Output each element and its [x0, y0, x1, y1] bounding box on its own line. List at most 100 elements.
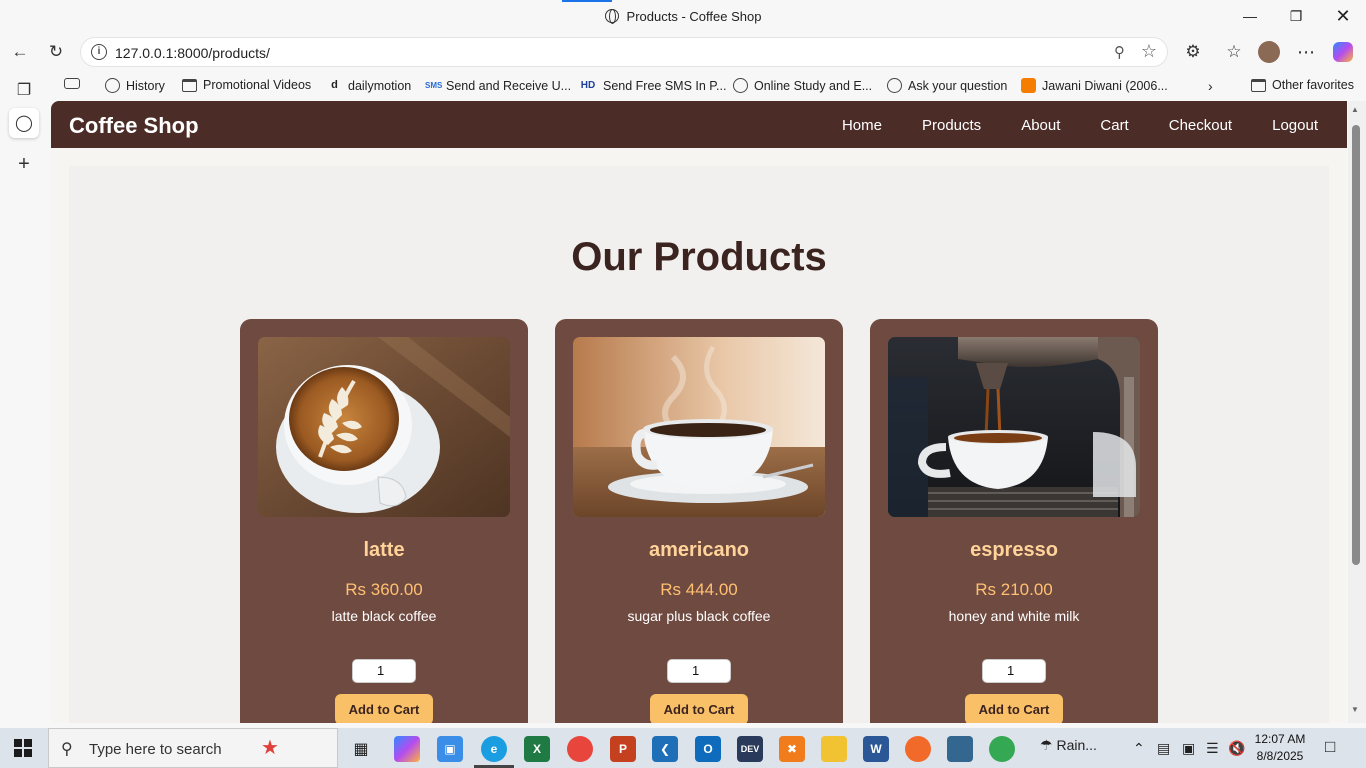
- browser-sidebar: ❐ ◯ +: [0, 72, 50, 728]
- sms-icon: SMS: [425, 81, 443, 90]
- nav-cart[interactable]: Cart: [1080, 101, 1148, 148]
- chrome-profile-icon[interactable]: [989, 736, 1015, 762]
- products-section: Our Products latte Rs 360.00 latte black…: [69, 166, 1329, 723]
- scrollbar-thumb[interactable]: [1352, 125, 1360, 565]
- extensions-icon[interactable]: ⚙: [1181, 40, 1205, 64]
- volume-muted-icon[interactable]: 🔇: [1228, 740, 1245, 757]
- add-to-cart-button[interactable]: Add to Cart: [335, 694, 433, 723]
- site-menu: Home Products About Cart Checkout Logout: [822, 101, 1347, 148]
- bookmark-label: dailymotion: [348, 78, 412, 93]
- scroll-down-arrow-icon[interactable]: ▼: [1351, 705, 1359, 714]
- bookmark-label: Promotional Videos: [203, 78, 312, 92]
- quantity-input[interactable]: 1: [667, 659, 731, 683]
- address-bar-row: ← ↻ i 127.0.0.1:8000/products/ ⚲ ☆ ⚙ ☆ ⋯: [0, 34, 1366, 70]
- taskbar-clock[interactable]: 12:07 AM 8/8/2025: [1252, 731, 1308, 765]
- task-view-icon[interactable]: ▦: [348, 736, 374, 762]
- vertical-tab-globe-icon[interactable]: ◯: [9, 108, 39, 138]
- quantity-input[interactable]: 1: [982, 659, 1046, 683]
- bookmarks-overflow-chevron-icon[interactable]: ›: [1208, 78, 1213, 94]
- product-card-espresso: espresso Rs 210.00 honey and white milk …: [870, 319, 1158, 723]
- nav-home[interactable]: Home: [822, 101, 902, 148]
- favorite-star-icon[interactable]: ☆: [1141, 41, 1157, 62]
- folder-icon: [182, 78, 197, 92]
- blogger-icon: [1021, 78, 1036, 93]
- globe-icon: [105, 78, 120, 93]
- wifi-icon[interactable]: ☰: [1206, 740, 1219, 757]
- site-brand[interactable]: Coffee Shop: [69, 113, 199, 139]
- url-text[interactable]: 127.0.0.1:8000/products/: [115, 45, 270, 61]
- weather-widget[interactable]: ☂ Rain...: [1040, 737, 1097, 754]
- hd-icon: HD: [580, 80, 596, 91]
- back-arrow-icon[interactable]: ←: [8, 40, 32, 64]
- tray-camera-icon[interactable]: ▣: [1182, 740, 1195, 757]
- nav-checkout[interactable]: Checkout: [1149, 101, 1252, 148]
- chrome-icon[interactable]: [567, 736, 593, 762]
- product-description: sugar plus black coffee: [627, 608, 771, 624]
- product-card-americano: americano Rs 444.00 sugar plus black cof…: [555, 319, 843, 723]
- postgresql-icon[interactable]: [947, 736, 973, 762]
- tray-device-icon[interactable]: ▤: [1157, 740, 1170, 757]
- profile-avatar[interactable]: [1257, 40, 1281, 64]
- bookmarks-bar: History Promotional Videos d dailymotion …: [0, 72, 1366, 100]
- product-name: americano: [648, 539, 750, 561]
- quantity-input[interactable]: 1: [352, 659, 416, 683]
- product-description: honey and white milk: [948, 608, 1080, 624]
- word-icon[interactable]: W: [863, 736, 889, 762]
- bookmark-label: Ask your question: [908, 78, 1008, 93]
- restore-button[interactable]: ❐: [1273, 0, 1319, 32]
- new-tab-plus-icon[interactable]: +: [9, 149, 39, 179]
- devcpp-icon[interactable]: DEV: [737, 736, 763, 762]
- minimize-button[interactable]: —: [1227, 0, 1273, 32]
- outlook-icon[interactable]: O: [695, 736, 721, 762]
- store-icon[interactable]: ▣: [437, 736, 463, 762]
- address-bar[interactable]: i 127.0.0.1:8000/products/ ⚲ ☆: [80, 37, 1168, 67]
- nav-logout[interactable]: Logout: [1252, 101, 1347, 148]
- powerpoint-icon[interactable]: P: [610, 736, 636, 762]
- edge-icon[interactable]: e: [481, 736, 507, 762]
- other-favorites[interactable]: Other favorites: [1251, 78, 1354, 92]
- add-to-cart-button[interactable]: Add to Cart: [650, 694, 748, 723]
- reading-list-icon[interactable]: [64, 78, 86, 89]
- file-explorer-icon[interactable]: [821, 736, 847, 762]
- excel-icon[interactable]: X: [524, 736, 550, 762]
- close-window-button[interactable]: ✕: [1320, 0, 1366, 32]
- add-to-cart-button[interactable]: Add to Cart: [965, 694, 1063, 723]
- bookmark-send-receive[interactable]: SMS Send and Receive U...: [425, 78, 571, 93]
- copilot-taskbar-icon[interactable]: [394, 736, 420, 762]
- bookmark-promotional-videos[interactable]: Promotional Videos: [182, 78, 311, 92]
- other-favorites-label: Other favorites: [1272, 78, 1354, 92]
- taskbar-search-box[interactable]: ⚲ Type here to search ★: [48, 728, 338, 768]
- product-name: espresso: [970, 539, 1058, 561]
- xampp-icon[interactable]: ✖: [779, 736, 805, 762]
- product-price: Rs 210.00: [975, 580, 1053, 599]
- bookmark-dailymotion[interactable]: d dailymotion: [327, 78, 411, 93]
- window-title-text: Products - Coffee Shop: [626, 9, 762, 24]
- copilot-icon[interactable]: [1331, 40, 1355, 64]
- window-title: Products - Coffee Shop: [0, 9, 1366, 24]
- zoom-icon[interactable]: ⚲: [1114, 43, 1125, 61]
- bookmark-label: Send and Receive U...: [446, 78, 572, 93]
- nav-products[interactable]: Products: [902, 101, 1001, 148]
- bookmark-label: History: [126, 78, 165, 93]
- site-info-icon[interactable]: i: [91, 44, 107, 60]
- bookmark-online-study[interactable]: Online Study and E...: [733, 78, 872, 93]
- globe-icon: [604, 9, 619, 24]
- tray-chevron-up-icon[interactable]: ⌃: [1133, 740, 1145, 757]
- favorites-icon[interactable]: ☆: [1222, 40, 1246, 64]
- more-menu-icon[interactable]: ⋯: [1294, 40, 1318, 64]
- bookmark-send-free-sms[interactable]: HD Send Free SMS In P...: [579, 78, 727, 93]
- page-scrollbar[interactable]: ▲ ▼: [1348, 101, 1366, 723]
- scroll-up-arrow-icon[interactable]: ▲: [1351, 105, 1359, 114]
- nav-about[interactable]: About: [1001, 101, 1080, 148]
- bookmark-history[interactable]: History: [105, 78, 165, 93]
- browser-title-bar: Products - Coffee Shop — ❐ ✕: [0, 0, 1366, 34]
- search-icon: ⚲: [61, 741, 73, 758]
- start-button[interactable]: [14, 739, 32, 757]
- bookmark-jawani-diwani[interactable]: Jawani Diwani (2006...: [1021, 78, 1168, 93]
- notifications-icon[interactable]: □: [1325, 737, 1335, 757]
- dailymotion-icon: d: [331, 79, 338, 91]
- refresh-icon[interactable]: ↻: [44, 40, 68, 64]
- postman-icon[interactable]: [905, 736, 931, 762]
- vscode-icon[interactable]: ❮: [652, 736, 678, 762]
- bookmark-ask-question[interactable]: Ask your question: [887, 78, 1007, 93]
